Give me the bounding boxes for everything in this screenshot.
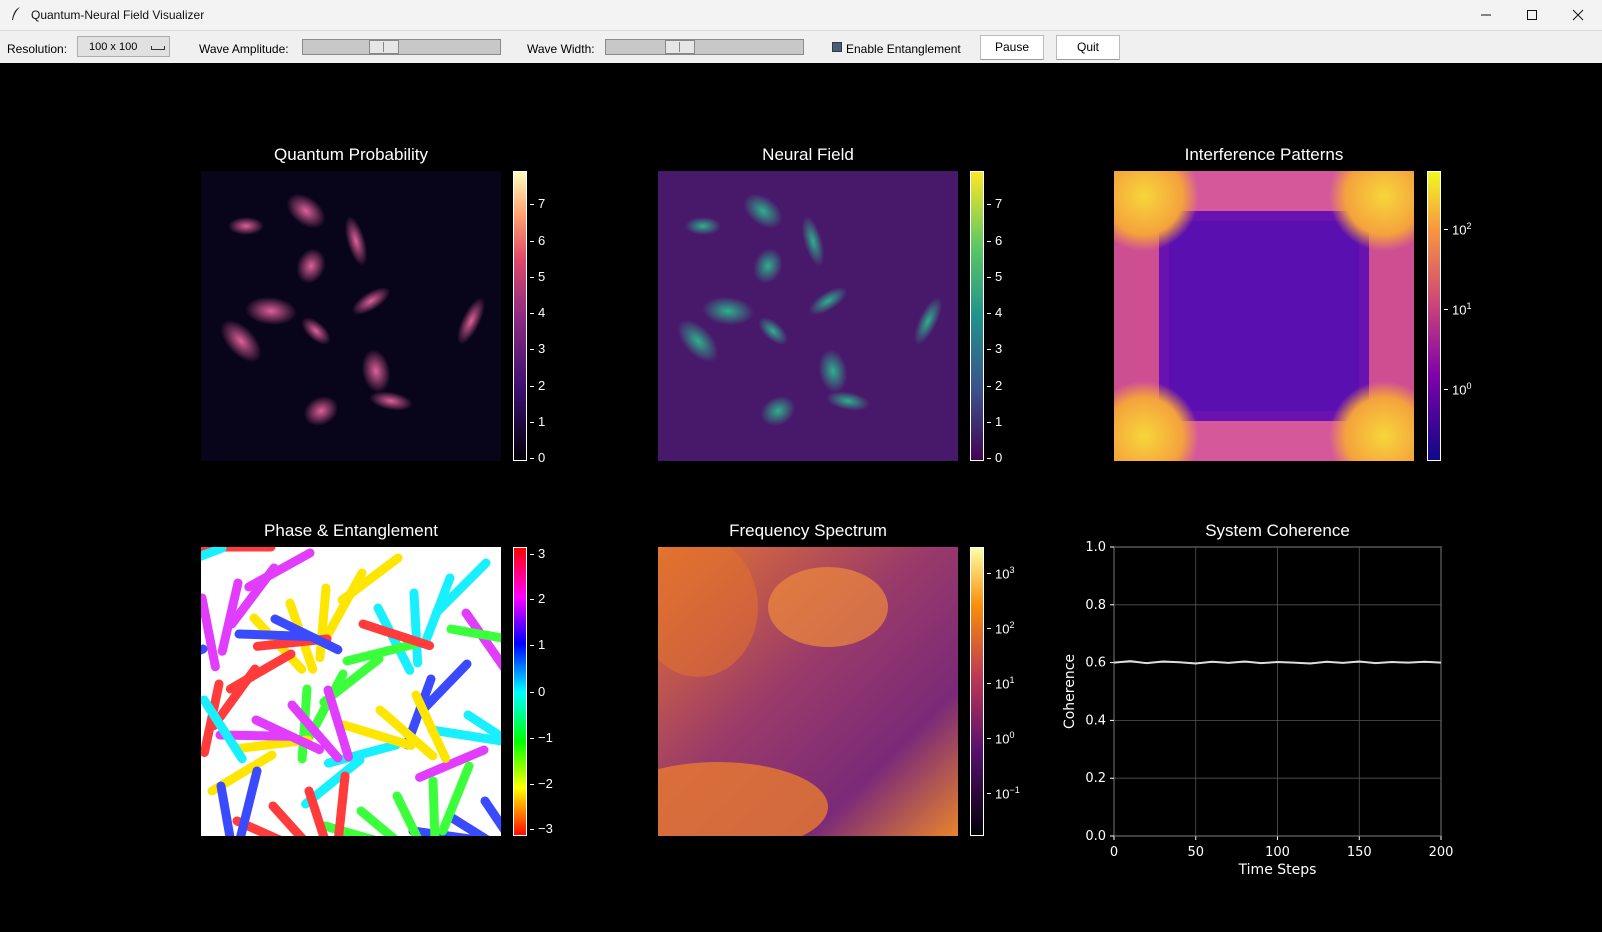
- frequency-spectrum-heatmap: [658, 547, 958, 836]
- colorbar-tick-label: 100: [1443, 380, 1472, 397]
- coherence-line-chart: 0 50 100 150 200 0.0 0.2 0.4 0.6 0.8 1.0 Time Steps…: [1062, 540, 1454, 878]
- resolution-dropdown[interactable]: 100 x 100: [77, 36, 170, 57]
- colorbar-tick-label: 2: [529, 377, 546, 393]
- colorbar-tick-label: 2: [529, 591, 546, 607]
- maximize-button[interactable]: [1509, 0, 1555, 30]
- y-tick-label: 0.0: [1085, 829, 1106, 844]
- colorbar-tick-label: 6: [986, 232, 1003, 248]
- colorbar-tick-label: 0: [529, 450, 546, 466]
- amplitude-slider[interactable]: [302, 39, 501, 55]
- wave-width-slider-thumb[interactable]: [665, 40, 695, 54]
- dropdown-indicator-icon: [151, 46, 165, 50]
- phase-stripe: [409, 588, 423, 668]
- phase-colorbar: [513, 547, 527, 836]
- colorbar-tick-label: 1: [986, 413, 1003, 429]
- frequency-colorbar: [970, 547, 984, 836]
- y-tick-label: 0.4: [1085, 713, 1106, 728]
- x-tick-label: 50: [1187, 845, 1204, 860]
- interference-colorbar: [1427, 171, 1441, 461]
- colorbar-tick-label: 5: [986, 268, 1003, 284]
- close-button[interactable]: [1555, 0, 1601, 30]
- entanglement-checkbox[interactable]: [832, 42, 842, 52]
- minimize-icon: [1481, 14, 1491, 16]
- colorbar-tick-label: 6: [529, 232, 546, 248]
- x-tick-label: 100: [1265, 845, 1290, 860]
- neural-field-heatmap: [658, 171, 958, 461]
- wave-width-label: Wave Width:: [527, 42, 595, 56]
- entanglement-label[interactable]: Enable Entanglement: [846, 42, 961, 56]
- colorbar-tick-label: 2: [986, 377, 1003, 393]
- y-tick-label: 0.2: [1085, 771, 1106, 786]
- interference-patterns-heatmap: [1114, 171, 1414, 461]
- y-tick-label: 1.0: [1085, 540, 1106, 555]
- phase-entanglement-heatmap: [201, 547, 501, 836]
- x-axis-label: Time Steps: [1238, 862, 1317, 878]
- quantum-probability-title: Quantum Probability: [273, 145, 429, 164]
- field-blob: [685, 217, 721, 235]
- colorbar-tick-label: 3: [986, 341, 1003, 357]
- colorbar-tick-label: 102: [986, 619, 1015, 637]
- frequency-spectrum-title: Frequency Spectrum: [729, 521, 887, 540]
- colorbar-tick-label: 0: [986, 450, 1003, 466]
- phase-stripe: [428, 776, 440, 836]
- pause-button[interactable]: Pause: [980, 35, 1044, 60]
- colorbar-tick-label: 1: [529, 413, 546, 429]
- colorbar-tick-label: −3: [530, 820, 553, 836]
- colorbar-tick-label: 3: [529, 341, 546, 357]
- colorbar-tick-label: 5: [529, 268, 546, 284]
- colorbar-tick-label: 0: [529, 683, 546, 699]
- y-tick-label: 0.8: [1085, 598, 1106, 613]
- window-title: Quantum-Neural Field Visualizer: [31, 8, 205, 22]
- colorbar-tick-label: 3: [529, 546, 546, 562]
- coherence-chart-title: System Coherence: [1205, 521, 1350, 540]
- minimize-button[interactable]: [1463, 0, 1509, 30]
- amplitude-slider-thumb[interactable]: [369, 40, 399, 54]
- phase-entanglement-title: Phase & Entanglement: [264, 521, 438, 540]
- colorbar-tick-label: 101: [1443, 300, 1472, 318]
- colorbar-tick-label: 103: [986, 565, 1015, 582]
- x-tick-label: 0: [1110, 845, 1118, 860]
- quit-button[interactable]: Quit: [1056, 35, 1120, 60]
- colorbar-tick-label: 101: [986, 674, 1015, 692]
- colorbar-tick-label: 4: [529, 305, 546, 321]
- y-tick-label: 0.6: [1085, 656, 1106, 671]
- x-tick-label: 150: [1347, 845, 1372, 860]
- colorbar-tick-label: 102: [1443, 221, 1472, 238]
- wave-width-slider[interactable]: [605, 39, 804, 55]
- neural-field-colorbar: [970, 171, 984, 461]
- close-icon: [1572, 9, 1584, 21]
- colorbar-tick-label: −2: [530, 775, 553, 791]
- quantum-probability-colorbar: [513, 171, 527, 461]
- colorbar-tick-label: 7: [986, 196, 1003, 212]
- colorbar-tick-label: 100: [986, 729, 1015, 747]
- amplitude-label: Wave Amplitude:: [199, 42, 289, 56]
- colorbar-tick-label: 4: [986, 305, 1003, 321]
- interference-patterns-title: Interference Patterns: [1184, 145, 1344, 164]
- colorbar-tick-label: 7: [529, 196, 546, 212]
- field-blob: [228, 217, 264, 235]
- resolution-value: 100 x 100: [89, 41, 138, 53]
- control-toolbar: Resolution: 100 x 100 Wave Amplitude: Wa…: [0, 31, 1602, 63]
- colorbar-tick-label: 10−1: [987, 784, 1020, 801]
- y-axis-label: Coherence: [1062, 654, 1078, 729]
- colorbar-tick-label: −1: [530, 729, 553, 745]
- feather-icon: [12, 7, 20, 20]
- resolution-label: Resolution:: [7, 42, 68, 56]
- quantum-probability-heatmap: [201, 171, 501, 461]
- window-titlebar: Quantum-Neural Field Visualizer: [0, 0, 1602, 31]
- x-tick-label: 200: [1429, 845, 1454, 860]
- neural-field-title: Neural Field: [762, 145, 854, 164]
- maximize-icon: [1527, 10, 1537, 20]
- colorbar-tick-label: 1: [529, 637, 546, 653]
